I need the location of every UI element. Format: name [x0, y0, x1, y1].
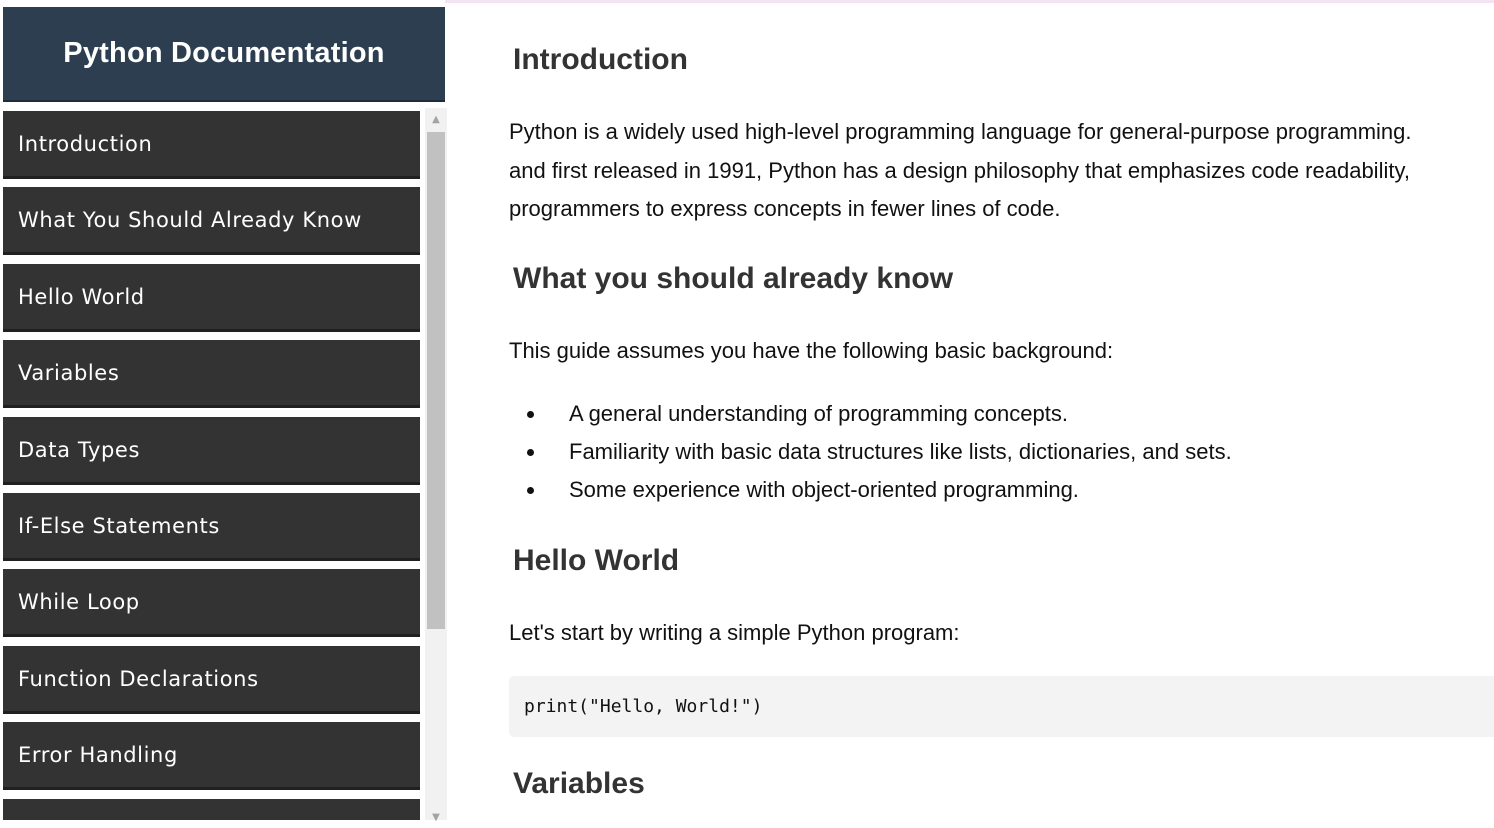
list-item: Some experience with object-oriented pro… — [547, 471, 1232, 509]
heading-introduction: Introduction — [513, 43, 688, 76]
know-paragraph: This guide assumes you have the followin… — [509, 338, 1114, 363]
intro-line-1: Python is a widely used high-level progr… — [509, 119, 1412, 144]
hello-paragraph: Let's start by writing a simple Python p… — [509, 620, 960, 645]
main-content: Introduction Python is a widely used hig… — [509, 0, 1494, 820]
sidebar-scrollbar[interactable]: ▲ ▼ — [425, 108, 447, 823]
nav-item-introduction[interactable]: Introduction — [3, 111, 420, 179]
list-item: A general understanding of programming c… — [547, 395, 1232, 433]
sidebar-nav: Introduction What You Should Already Kno… — [3, 111, 420, 820]
nav-item-while-loop[interactable]: While Loop — [3, 569, 420, 637]
sidebar-header: Python Documentation — [3, 7, 445, 102]
nav-item-partial[interactable] — [3, 799, 420, 820]
intro-paragraph: Python is a widely used high-level progr… — [509, 113, 1412, 229]
scroll-down-arrow-icon[interactable]: ▼ — [425, 806, 447, 828]
sidebar-title: Python Documentation — [63, 37, 385, 69]
nav-item-function-declarations[interactable]: Function Declarations — [3, 646, 420, 714]
nav-item-variables[interactable]: Variables — [3, 340, 420, 408]
nav-item-error-handling[interactable]: Error Handling — [3, 722, 420, 790]
scrollbar-thumb[interactable] — [427, 132, 445, 629]
background-list: A general understanding of programming c… — [547, 395, 1232, 509]
intro-line-2: and first released in 1991, Python has a… — [509, 157, 1410, 183]
heading-variables: Variables — [513, 767, 645, 800]
code-block: print("Hello, World!") — [509, 676, 1494, 737]
heading-hello-world: Hello World — [513, 544, 680, 577]
nav-item-what-you-should-already-know[interactable]: What You Should Already Know — [3, 187, 420, 255]
scroll-up-arrow-icon[interactable]: ▲ — [425, 108, 447, 130]
heading-what-you-should-already-know: What you should already know — [513, 262, 954, 295]
nav-item-data-types[interactable]: Data Types — [3, 417, 420, 485]
code-hello-world: print("Hello, World!") — [524, 696, 763, 717]
nav-item-hello-world[interactable]: Hello World — [3, 264, 420, 332]
list-item: Familiarity with basic data structures l… — [547, 433, 1232, 471]
intro-line-3: programmers to express concepts in fewer… — [509, 196, 1061, 221]
nav-item-if-else-statements[interactable]: If-Else Statements — [3, 493, 420, 561]
